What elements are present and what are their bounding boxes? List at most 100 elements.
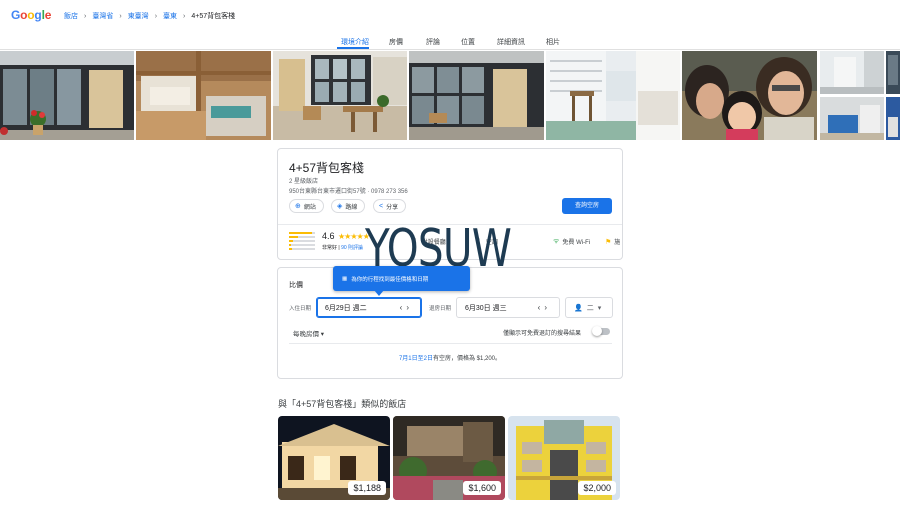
amenity-label: 免費 Wi-Fi: [562, 240, 591, 246]
date-nav-arrows[interactable]: ‹›: [400, 303, 413, 312]
availability-text: 有空房，價格為 $1,200。: [432, 356, 502, 362]
hotel-name: 4+57背包客棧: [289, 161, 365, 175]
rating-bar: [289, 236, 315, 238]
chevron-right-icon: ›: [84, 12, 87, 20]
google-logo[interactable]: Google: [11, 8, 51, 22]
wifi-icon: ᯤ: [553, 238, 560, 245]
similar-hotel-card[interactable]: $2,000: [508, 416, 620, 500]
directions-label: 路線: [345, 204, 358, 211]
date-tooltip[interactable]: ▦ 為你的行程找到最佳價格和日期: [333, 266, 470, 291]
photo-family[interactable]: [682, 51, 817, 140]
free-cancel-label: 僅顯示可免費退訂的搜尋結果: [503, 331, 582, 337]
checkout-label: 退房日期: [429, 306, 452, 312]
tab-details[interactable]: 詳細資訊: [497, 37, 525, 47]
breadcrumb-taiwan-province[interactable]: 臺灣省: [92, 11, 113, 21]
rating-label: 非常好: [322, 245, 338, 251]
rating-summary[interactable]: 非常好 | 90 則評論: [322, 244, 363, 251]
tab-photos[interactable]: 相片: [546, 37, 560, 47]
flag-icon: ⚑: [605, 238, 612, 246]
hotel-address: 950台東縣台東市遷口街57號 · 0978 273 356: [289, 189, 408, 195]
amenity-label: 施: [614, 240, 621, 246]
rating-bar: [289, 244, 315, 246]
chevron-down-icon: ▾: [597, 304, 602, 312]
hotel-class: 2 星級飯店: [289, 179, 319, 185]
availability-message: 7月1日至2日有空房，價格為 $1,200。: [278, 353, 622, 362]
photo-bathroom[interactable]: [820, 51, 884, 94]
price-title: 比價: [289, 282, 303, 289]
hotel-price: $2,000: [578, 481, 616, 495]
similar-hotel-card[interactable]: $1,188: [278, 416, 390, 500]
top-bar: Google 飯店 › 臺灣省 › 東臺灣 › 臺東 › 4+57背包客棧: [0, 0, 900, 30]
amenity-more: ⚑ 施: [605, 237, 621, 247]
active-tab-indicator: [337, 47, 369, 49]
rating-bar-fill: [289, 248, 293, 250]
rating-distribution: [289, 232, 315, 252]
photo-bunk-beds[interactable]: [136, 51, 271, 140]
tab-location[interactable]: 位置: [461, 37, 475, 47]
globe-icon: ⊕: [295, 203, 301, 210]
toggle-knob: [592, 326, 602, 336]
hotel-price: $1,600: [463, 481, 501, 495]
photo-lounge[interactable]: [273, 51, 407, 140]
breadcrumb-east-taiwan[interactable]: 東臺灣: [128, 11, 149, 21]
chevron-right-icon: ›: [154, 12, 158, 20]
rating-bar-fill: [289, 240, 293, 242]
breadcrumb-current: 4+57背包客棧: [191, 13, 236, 20]
date-nav-arrows[interactable]: ‹›: [538, 303, 551, 312]
availability-dates[interactable]: 7月1日至2日: [399, 356, 433, 362]
calendar-icon: ▦: [342, 275, 348, 282]
review-count[interactable]: 90 則評論: [341, 245, 363, 251]
rating-bar-fill: [289, 244, 292, 246]
logo-letter: g: [34, 8, 42, 22]
photo-front-door[interactable]: [409, 51, 544, 140]
checkout-value: 6月30日 週三: [465, 304, 507, 312]
per-night-dropdown[interactable]: 每晚房價 ▾: [293, 328, 324, 338]
checkin-value: 6月29日 週二: [325, 304, 367, 312]
checkin-date-field[interactable]: 6月29日 週二 ‹›: [316, 297, 422, 318]
tooltip-arrow: [374, 290, 384, 296]
tab-bar: 環境介紹 房價 評論 位置 詳細資訊 相片: [0, 33, 900, 50]
rating-bar: [289, 232, 315, 234]
chevron-right-icon: ›: [183, 12, 186, 20]
directions-icon: ◈: [337, 203, 343, 210]
rating-bar: [289, 240, 315, 242]
guests-selector[interactable]: 👤 二 ▾: [565, 297, 613, 318]
logo-letter: e: [44, 8, 52, 22]
photo-entrance[interactable]: [0, 51, 134, 140]
breadcrumb: 飯店 › 臺灣省 › 東臺灣 › 臺東 › 4+57背包客棧: [64, 11, 235, 21]
share-button[interactable]: < 分享: [373, 199, 407, 213]
photo-extra-2[interactable]: [886, 97, 900, 140]
rating-bar-fill: [289, 236, 299, 238]
photo-strip: [0, 51, 900, 140]
check-availability-button[interactable]: 查詢空房: [562, 198, 612, 214]
share-icon: <: [379, 202, 384, 210]
breadcrumb-hotels[interactable]: 飯店: [64, 11, 78, 21]
share-label: 分享: [386, 204, 399, 211]
rating-bar-fill: [289, 232, 313, 234]
tab-overview[interactable]: 環境介紹: [341, 37, 369, 47]
photo-kitchen[interactable]: [546, 51, 680, 140]
website-label: 網站: [303, 204, 316, 211]
amenity-wifi: ᯤ 免費 Wi-Fi: [553, 237, 590, 246]
breadcrumb-taitung[interactable]: 臺東: [163, 11, 177, 21]
hotel-price: $1,188: [348, 481, 386, 495]
tooltip-text: 為你的行程找到最佳價格和日期: [351, 276, 429, 283]
free-cancel-toggle[interactable]: [592, 326, 610, 336]
directions-button[interactable]: ◈ 路線: [331, 199, 366, 213]
tab-prices[interactable]: 房價: [389, 37, 403, 47]
rating-score: 4.6: [322, 231, 335, 241]
person-icon: 👤: [574, 304, 583, 312]
guests-value: 二: [586, 304, 594, 312]
divider: [289, 343, 612, 344]
logo-letter: G: [11, 8, 21, 22]
price-compare-card: 比價 ▦ 為你的行程找到最佳價格和日期 入住日期 6月29日 週二 ‹› 退房日…: [277, 266, 623, 379]
checkout-date-field[interactable]: 6月30日 週三 ‹›: [456, 297, 560, 318]
similar-hotel-card[interactable]: $1,600: [393, 416, 505, 500]
similar-hotels-title: 與「4+57背包客棧」類似的飯店: [278, 399, 407, 409]
website-button[interactable]: ⊕ 網站: [289, 199, 324, 213]
tab-reviews[interactable]: 評論: [426, 37, 440, 47]
photo-extra-1[interactable]: [886, 51, 900, 94]
rating-bar: [289, 248, 315, 250]
checkin-label: 入住日期: [289, 306, 312, 312]
photo-room[interactable]: [820, 97, 884, 140]
